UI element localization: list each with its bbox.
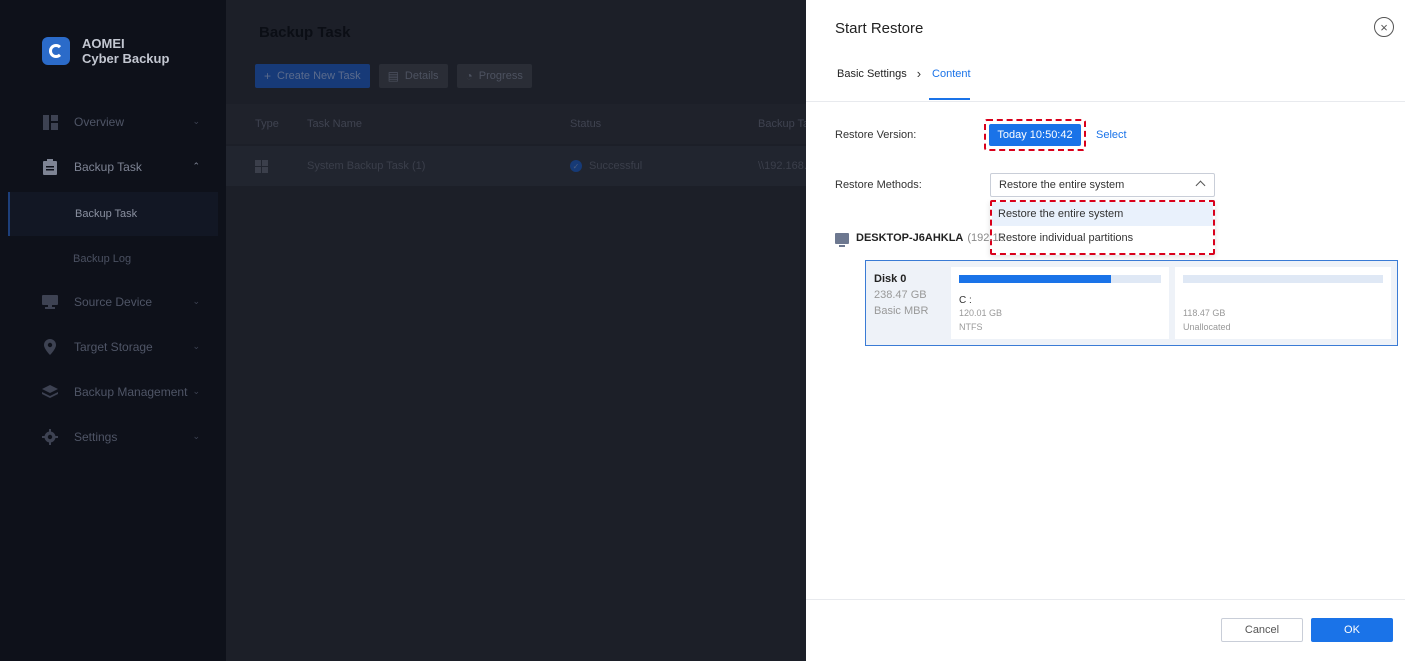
task-name: System Backup Task (1) xyxy=(307,160,426,172)
chevron-down-icon: ⌄ xyxy=(192,386,200,396)
active-step-indicator xyxy=(929,98,970,100)
table-row[interactable]: System Backup Task (1) ✓ Successful \\19… xyxy=(226,146,807,186)
plus-icon: + xyxy=(264,69,272,83)
create-new-task-button[interactable]: + Create New Task xyxy=(255,64,370,88)
sidebar-item-target-storage[interactable]: Target Storage ⌄ xyxy=(0,325,218,369)
start-restore-panel: Start Restore × Basic Settings › Content… xyxy=(806,0,1405,661)
disk-type: Basic MBR xyxy=(874,305,929,317)
sidebar-item-settings[interactable]: Settings ⌄ xyxy=(0,415,218,459)
progress-button[interactable]: ◔ Progress xyxy=(456,64,532,88)
chevron-down-icon: ⌄ xyxy=(192,341,200,351)
column-header-status: Status xyxy=(570,118,602,130)
main-content: Backup Task + Create New Task ▤ Details … xyxy=(226,0,810,661)
chevron-up-icon: ⌃ xyxy=(192,161,200,171)
device-name: DESKTOP-J6AHKLA xyxy=(856,232,964,244)
toolbar: + Create New Task ▤ Details ◔ Progress xyxy=(255,64,541,88)
device-header: DESKTOP-J6AHKLA (192.16 xyxy=(835,232,1005,247)
sidebar-subitem-backup-task[interactable]: Backup Task xyxy=(8,192,218,236)
clipboard-icon xyxy=(42,159,58,175)
chevron-down-icon: ⌄ xyxy=(192,296,200,306)
brand-name: AOMEI Cyber Backup xyxy=(82,36,170,66)
disk-card[interactable]: Disk 0 238.47 GB Basic MBR C : 120.01 GB… xyxy=(865,260,1398,346)
partition-usage-fill xyxy=(959,275,1111,283)
option-restore-entire-system[interactable]: Restore the entire system xyxy=(992,202,1213,226)
sidebar-item-label: Source Device xyxy=(74,295,153,309)
step-content[interactable]: Content xyxy=(932,68,971,80)
details-icon: ▤ xyxy=(387,69,399,83)
column-header-type: Type xyxy=(255,118,279,130)
restore-method-dropdown: Restore the entire system Restore indivi… xyxy=(990,200,1215,255)
page-title: Backup Task xyxy=(259,24,351,41)
sidebar-subitem-backup-log[interactable]: Backup Log xyxy=(8,237,218,281)
partition-size: 118.47 GB xyxy=(1183,308,1226,318)
close-icon[interactable]: × xyxy=(1374,17,1394,37)
details-button[interactable]: ▤ Details xyxy=(378,64,448,88)
status-badge: ✓ Successful xyxy=(570,160,642,172)
disk-info: Disk 0 238.47 GB Basic MBR xyxy=(874,271,928,319)
progress-icon: ◔ xyxy=(465,69,473,83)
sidebar-item-label: Backup Task xyxy=(74,160,142,174)
aomei-logo-icon xyxy=(42,37,70,65)
partition-size: 120.01 GB xyxy=(959,308,1003,318)
partition-c[interactable]: C : 120.01 GB NTFS xyxy=(951,267,1169,339)
ok-button[interactable]: OK xyxy=(1311,618,1393,642)
monitor-icon xyxy=(42,294,58,310)
device-ip: (192.16 xyxy=(967,232,1005,244)
brand: AOMEI Cyber Backup xyxy=(42,36,169,66)
gear-icon xyxy=(42,429,58,445)
panel-title: Start Restore xyxy=(835,20,924,37)
restore-methods-label: Restore Methods: xyxy=(835,179,922,191)
restore-version-label: Restore Version: xyxy=(835,129,917,141)
option-restore-individual-partitions[interactable]: Restore individual partitions xyxy=(992,226,1213,250)
chevron-right-icon: › xyxy=(916,66,922,81)
grid-icon xyxy=(42,114,58,130)
restore-method-select[interactable]: Restore the entire system xyxy=(990,173,1215,197)
divider xyxy=(806,599,1405,600)
layers-icon xyxy=(42,384,58,400)
cancel-button[interactable]: Cancel xyxy=(1221,618,1303,642)
chevron-down-icon: ⌄ xyxy=(192,431,200,441)
sidebar-item-label: Overview xyxy=(74,115,125,129)
step-basic-settings[interactable]: Basic Settings xyxy=(837,68,907,80)
disk-name: Disk 0 xyxy=(874,273,907,285)
restore-version-highlight: Today 10:50:42 xyxy=(984,119,1086,151)
sidebar-item-label: Backup Management xyxy=(74,385,188,399)
check-circle-icon: ✓ xyxy=(570,160,582,172)
location-pin-icon xyxy=(42,339,58,355)
partition-unallocated[interactable]: 118.47 GB Unallocated xyxy=(1175,267,1391,339)
table-header: Type Task Name Status Backup Ta xyxy=(226,104,810,144)
backup-target: \\192.168. xyxy=(758,160,807,172)
select-version-link[interactable]: Select xyxy=(1096,129,1127,141)
column-header-backup-target: Backup Ta xyxy=(758,118,810,130)
windows-icon xyxy=(255,159,268,173)
partition-usage-bar xyxy=(1183,275,1383,283)
disk-size: 238.47 GB xyxy=(874,289,927,301)
restore-version-button[interactable]: Today 10:50:42 xyxy=(989,124,1081,146)
sidebar-item-backup-management[interactable]: Backup Management ⌄ xyxy=(0,370,218,414)
computer-icon xyxy=(835,232,849,247)
sidebar-item-label: Settings xyxy=(74,430,118,444)
chevron-up-icon xyxy=(1195,180,1206,191)
partition-filesystem: NTFS xyxy=(959,322,983,332)
sidebar-item-label: Target Storage xyxy=(74,340,153,354)
sidebar-item-backup-task[interactable]: Backup Task ⌃ xyxy=(0,145,218,189)
sidebar-item-source-device[interactable]: Source Device ⌄ xyxy=(0,280,218,324)
column-header-task-name: Task Name xyxy=(307,118,363,130)
partition-usage-bar xyxy=(959,275,1161,283)
step-breadcrumb: Basic Settings › Content xyxy=(837,66,971,81)
divider xyxy=(806,101,1405,102)
sidebar: AOMEI Cyber Backup Overview ⌄ Backup Tas… xyxy=(0,0,226,661)
partition-letter: C : xyxy=(959,295,972,306)
partition-filesystem: Unallocated xyxy=(1183,322,1231,332)
sidebar-item-overview[interactable]: Overview ⌄ xyxy=(0,100,218,144)
chevron-down-icon: ⌄ xyxy=(192,116,200,126)
